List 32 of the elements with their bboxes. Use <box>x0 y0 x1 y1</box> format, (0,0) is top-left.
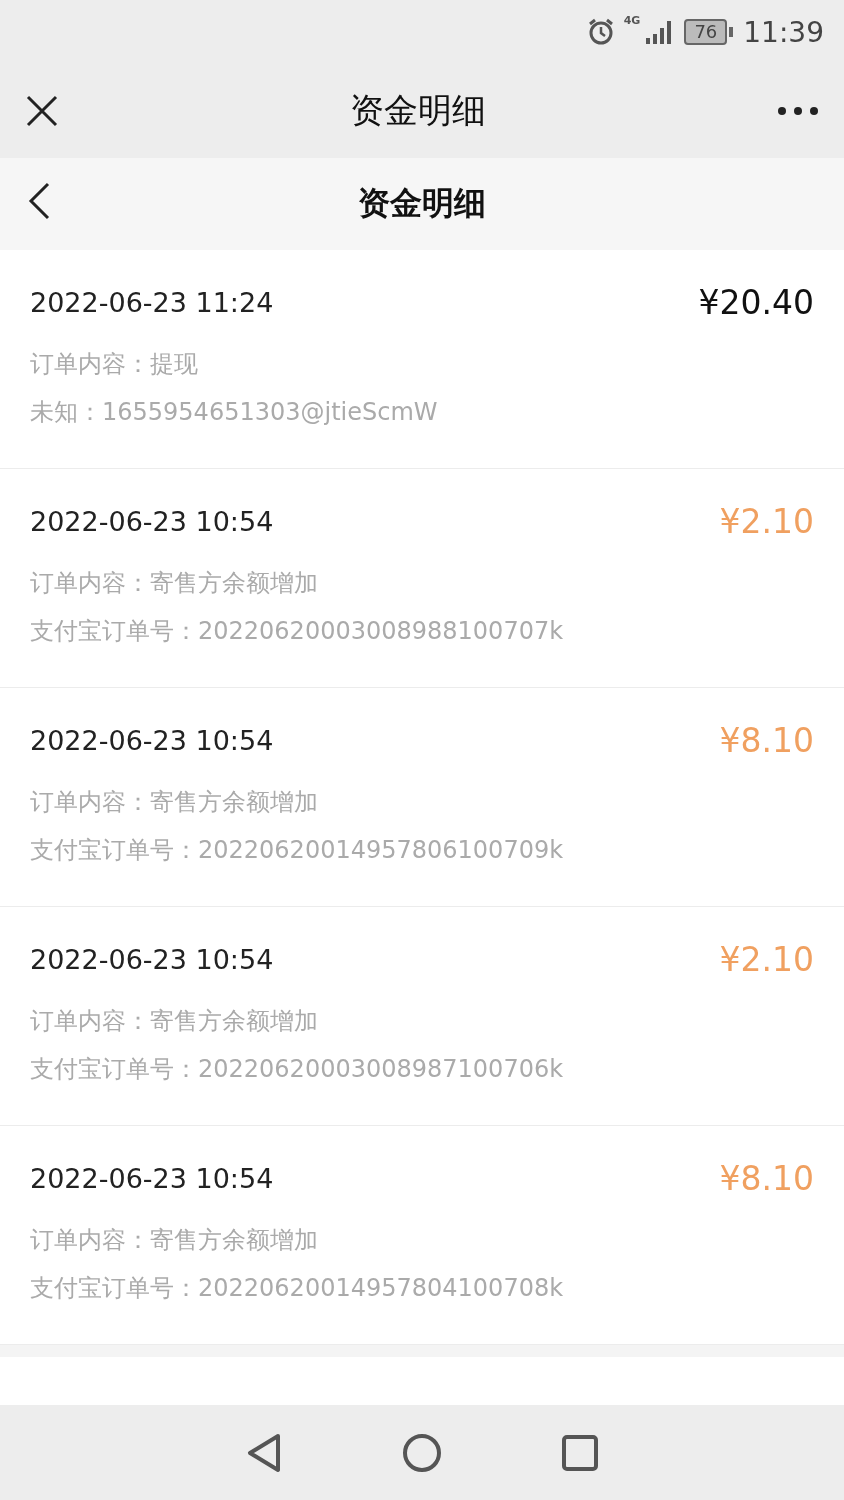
home-circle-icon[interactable] <box>402 1432 442 1473</box>
record-amount: ¥8.10 <box>719 1158 814 1198</box>
record-detail: 支付宝订单号：20220620003008988100707k <box>30 616 565 647</box>
back-triangle-icon[interactable] <box>246 1432 282 1473</box>
record-detail: 支付宝订单号：20220620003008987100706k <box>30 1054 565 1085</box>
record-detail: 支付宝订单号：20220620014957806100709k <box>30 835 565 866</box>
back-icon[interactable] <box>28 182 50 220</box>
record-amount: ¥2.10 <box>719 501 814 541</box>
record-detail: 订单内容：寄售方余额增加 <box>30 1006 319 1037</box>
record-detail: 订单内容：寄售方余额增加 <box>30 568 319 599</box>
battery-level: 76 <box>684 19 728 45</box>
record-detail: 订单内容：寄售方余额增加 <box>30 787 319 818</box>
record-detail: 订单内容：提现 <box>30 349 199 380</box>
more-icon[interactable] <box>778 107 818 115</box>
close-icon[interactable] <box>26 95 58 127</box>
record-datetime: 2022-06-23 10:54 <box>30 724 274 756</box>
record-datetime: 2022-06-23 11:24 <box>30 286 274 318</box>
record-detail: 未知：1655954651303@jtieScmW <box>30 397 439 428</box>
record-datetime: 2022-06-23 10:54 <box>30 1162 274 1194</box>
page-title: 资金明细 <box>358 183 486 224</box>
record-detail: 订单内容：寄售方余额增加 <box>30 1225 319 1256</box>
clock: 11:39 <box>743 15 824 49</box>
recents-square-icon[interactable] <box>562 1434 598 1471</box>
record-amount: ¥8.10 <box>719 720 814 760</box>
record-amount: ¥20.40 <box>698 282 814 322</box>
record-datetime: 2022-06-23 10:54 <box>30 505 274 537</box>
alarm-icon <box>587 18 614 46</box>
record-detail: 支付宝订单号：20220620014957804100708k <box>30 1273 565 1304</box>
window-title: 资金明细 <box>350 89 486 132</box>
record-amount: ¥2.10 <box>719 939 814 979</box>
record-datetime: 2022-06-23 10:54 <box>30 943 274 975</box>
network-type: 4G <box>623 14 641 27</box>
